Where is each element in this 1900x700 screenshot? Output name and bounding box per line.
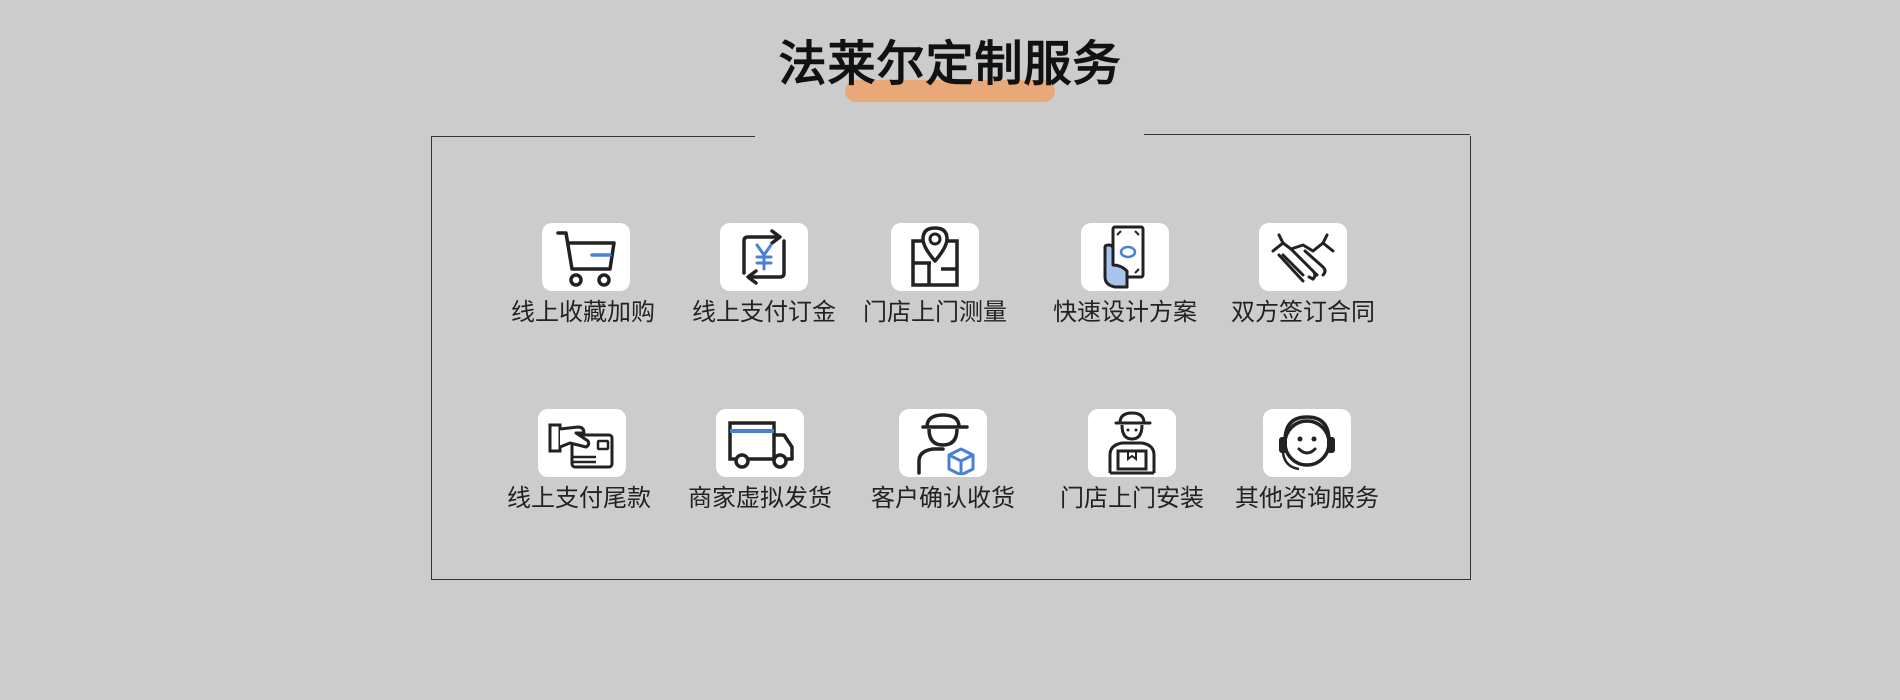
step-store-install[interactable]: 门店上门安装	[1047, 409, 1217, 529]
shopping-cart-icon	[556, 231, 616, 287]
delivery-truck-icon	[728, 421, 794, 469]
step-icon-box	[891, 223, 979, 291]
frame-top-right-line	[1144, 134, 1470, 135]
courier-package-icon	[917, 413, 975, 475]
step-icon-box	[542, 223, 630, 291]
frame-top-left-line	[431, 136, 755, 137]
step-label: 其他咨询服务	[1235, 484, 1379, 512]
step-quick-design[interactable]: 快速设计方案	[1040, 223, 1210, 343]
step-label: 客户确认收货	[871, 484, 1015, 512]
step-final-payment[interactable]: 线上支付尾款	[494, 409, 664, 529]
step-icon-box	[899, 409, 987, 477]
step-label: 线上支付订金	[692, 298, 836, 326]
yuan-exchange-icon	[742, 229, 786, 285]
customer-service-icon	[1279, 415, 1335, 471]
step-label: 门店上门测量	[863, 298, 1007, 326]
step-other-consult[interactable]: 其他咨询服务	[1222, 409, 1392, 529]
hand-cash-icon	[1103, 225, 1145, 289]
page-title: 法莱尔定制服务	[778, 36, 1122, 92]
step-store-measure[interactable]: 门店上门测量	[850, 223, 1020, 343]
step-icon-box	[1259, 223, 1347, 291]
step-icon-box	[720, 223, 808, 291]
step-label: 门店上门安装	[1060, 484, 1204, 512]
step-virtual-shipping[interactable]: 商家虚拟发货	[675, 409, 845, 529]
card-payment-icon	[548, 423, 614, 469]
title-area: 法莱尔定制服务	[0, 28, 1900, 108]
step-label: 双方签订合同	[1231, 298, 1375, 326]
step-icon-box	[1088, 409, 1176, 477]
step-icon-box	[538, 409, 626, 477]
step-label: 快速设计方案	[1053, 298, 1197, 326]
step-confirm-receipt[interactable]: 客户确认收货	[858, 409, 1028, 529]
step-online-cart[interactable]: 线上收藏加购	[498, 223, 668, 343]
step-label: 线上收藏加购	[511, 298, 655, 326]
step-label: 商家虚拟发货	[688, 484, 832, 512]
map-pin-icon	[911, 226, 959, 287]
step-online-deposit[interactable]: 线上支付订金	[679, 223, 849, 343]
step-icon-box	[716, 409, 804, 477]
step-icon-box	[1263, 409, 1351, 477]
step-sign-contract[interactable]: 双方签订合同	[1218, 223, 1388, 343]
installer-worker-icon	[1108, 411, 1156, 475]
step-label: 线上支付尾款	[507, 484, 651, 512]
handshake-icon	[1271, 233, 1335, 283]
step-icon-box	[1081, 223, 1169, 291]
